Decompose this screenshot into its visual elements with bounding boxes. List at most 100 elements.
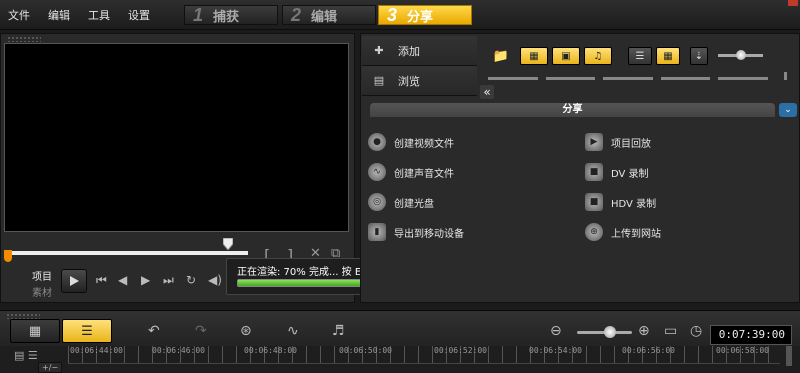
zoom-toggle-button[interactable]: +/− xyxy=(38,362,63,373)
filmstrip-icon: ▦ xyxy=(28,323,42,339)
next-frame-icon[interactable]: ▶ xyxy=(141,273,150,287)
record-capture-icon[interactable]: ⊛ xyxy=(240,323,252,339)
clip-mode-label[interactable]: 素材 xyxy=(32,284,52,299)
share-item-label: 项目回放 xyxy=(611,138,651,150)
previous-frame-icon[interactable]: ◀ xyxy=(118,273,127,287)
plus-icon: ✚ xyxy=(374,44,384,57)
library-side-tabs: ✚ 添加 ▤ 浏览 xyxy=(362,36,477,101)
menu-file[interactable]: 文件 xyxy=(8,7,30,23)
tab-share[interactable]: 3 分享 xyxy=(378,5,472,25)
step-label: 分享 xyxy=(407,9,434,25)
undo-icon[interactable]: ↶ xyxy=(148,323,160,339)
thumbnail-size-knob[interactable] xyxy=(736,50,746,60)
thumbnail-view-button[interactable]: ▦ xyxy=(656,47,680,65)
ruler-tick-label: 00:06:58:00 xyxy=(716,346,769,355)
share-item-label: HDV 录制 xyxy=(611,198,657,210)
redo-icon[interactable]: ↷ xyxy=(195,323,207,339)
scrub-bar[interactable] xyxy=(8,251,248,255)
share-item-label: 创建光盘 xyxy=(394,198,434,210)
preview-screen xyxy=(4,43,349,232)
create-sound-file-button[interactable]: ∿ 创建声音文件 xyxy=(368,163,454,181)
project-playback-button[interactable]: ▶ 项目回放 xyxy=(585,133,651,151)
project-mode-label[interactable]: 项目 xyxy=(32,268,52,283)
show-photo-button[interactable]: ▣ xyxy=(552,47,580,65)
sound-wave-icon: ∿ xyxy=(368,163,386,181)
timeline-toolbar: ▦ ☰ ↶ ↷ ⊛ ∿ ♬ ⊖ ⊕ ▭ ◷ 0:07:39:00 xyxy=(0,310,800,346)
sort-icon[interactable]: ⇣ xyxy=(690,47,708,65)
auto-music-icon[interactable]: ♬ xyxy=(332,323,345,339)
go-to-start-icon[interactable]: ⏮ xyxy=(96,273,107,288)
browse-button[interactable]: ▤ 浏览 xyxy=(362,66,477,96)
share-item-label: 创建视频文件 xyxy=(394,138,454,150)
disc-icon: ◎ xyxy=(368,193,386,211)
step-number: 3 xyxy=(387,4,398,25)
show-video-button[interactable]: ▦ xyxy=(520,47,548,65)
share-item-label: 创建声音文件 xyxy=(394,168,454,180)
share-item-label: 导出到移动设备 xyxy=(394,228,464,240)
share-panel-header: 分享 xyxy=(370,103,775,117)
hdv-recording-button[interactable]: ■ HDV 录制 xyxy=(585,193,656,211)
library-toolbar: 📁 ▦ ▣ ♫ ☰ ▦ ⇣ xyxy=(478,40,796,80)
library-scrollbar[interactable] xyxy=(784,72,787,80)
panel-grip[interactable] xyxy=(7,36,41,42)
play-icon xyxy=(70,276,79,286)
ruler-tick-label: 00:06:54:00 xyxy=(529,346,582,355)
step-number: 1 xyxy=(193,4,204,25)
share-item-label: DV 录制 xyxy=(611,168,649,180)
volume-icon[interactable]: ◀) xyxy=(208,273,222,287)
ruler-tick-label: 00:06:50:00 xyxy=(339,346,392,355)
folder-icon[interactable]: 📁 xyxy=(490,47,512,65)
storyboard-view-button[interactable]: ▦ xyxy=(10,319,60,343)
sound-mixer-icon[interactable]: ∿ xyxy=(287,323,299,339)
list-view-button[interactable]: ☰ xyxy=(628,47,652,65)
zoom-out-icon[interactable]: ⊖ xyxy=(550,323,562,339)
main-menu: 文件 编辑 工具 设置 xyxy=(0,0,160,30)
create-video-file-button[interactable]: ● 创建视频文件 xyxy=(368,133,454,151)
tab-capture[interactable]: 1 捕获 xyxy=(184,5,278,25)
step-label: 捕获 xyxy=(213,9,240,25)
timeline-scrollbar[interactable] xyxy=(786,346,792,366)
timeline-view-button[interactable]: ☰ xyxy=(62,319,112,343)
tab-edit[interactable]: 2 编辑 xyxy=(282,5,376,25)
fit-project-icon[interactable]: ▭ xyxy=(664,323,677,339)
zoom-slider-knob[interactable] xyxy=(604,326,616,338)
menu-edit[interactable]: 编辑 xyxy=(48,7,70,23)
export-to-mobile-button[interactable]: ▮ 导出到移动设备 xyxy=(368,223,464,241)
ruler-tick-label: 00:06:52:00 xyxy=(434,346,487,355)
thumbnail[interactable] xyxy=(718,77,768,80)
add-label: 添加 xyxy=(398,44,420,58)
dv-recording-button[interactable]: ■ DV 录制 xyxy=(585,163,649,181)
thumbnail[interactable] xyxy=(488,77,538,80)
upload-to-web-button[interactable]: ⊕ 上传到网站 xyxy=(585,223,661,241)
share-item-label: 上传到网站 xyxy=(611,228,661,240)
ruler-tick-label: 00:06:46:00 xyxy=(152,346,205,355)
mobile-device-icon: ▮ xyxy=(368,223,386,241)
add-folder-button[interactable]: ✚ 添加 xyxy=(362,36,477,66)
scrubber-handle[interactable] xyxy=(223,238,233,250)
browse-icon: ▤ xyxy=(373,74,385,87)
trim-start-marker[interactable] xyxy=(4,250,12,262)
show-audio-button[interactable]: ♫ xyxy=(584,47,612,65)
camcorder-icon: ■ xyxy=(585,163,603,181)
collapse-panel-button[interactable]: ⌄ xyxy=(779,103,797,117)
globe-icon: ⊕ xyxy=(585,223,603,241)
browse-label: 浏览 xyxy=(398,74,420,88)
collapse-left-icon[interactable]: « xyxy=(480,85,494,99)
zoom-in-icon[interactable]: ⊕ xyxy=(638,323,650,339)
thumbnail[interactable] xyxy=(603,77,653,80)
thumbnail[interactable] xyxy=(545,77,596,80)
go-to-end-icon[interactable]: ⏭ xyxy=(163,273,174,288)
repeat-icon[interactable]: ↻ xyxy=(186,273,196,287)
timeline-icon: ☰ xyxy=(81,323,93,339)
camcorder-icon: ■ xyxy=(585,193,603,211)
top-bar: 文件 编辑 工具 设置 1 捕获 2 编辑 3 分享 xyxy=(0,0,800,30)
clock-icon: ◷ xyxy=(690,323,703,339)
step-label: 编辑 xyxy=(311,9,338,25)
play-button[interactable] xyxy=(61,269,87,293)
window-close-button[interactable] xyxy=(788,0,798,6)
track-manager-icon[interactable]: ▤ ☰ xyxy=(14,349,38,362)
create-disc-button[interactable]: ◎ 创建光盘 xyxy=(368,193,434,211)
menu-tools[interactable]: 工具 xyxy=(88,7,110,23)
thumbnail[interactable] xyxy=(660,77,711,80)
menu-settings[interactable]: 设置 xyxy=(128,7,150,23)
